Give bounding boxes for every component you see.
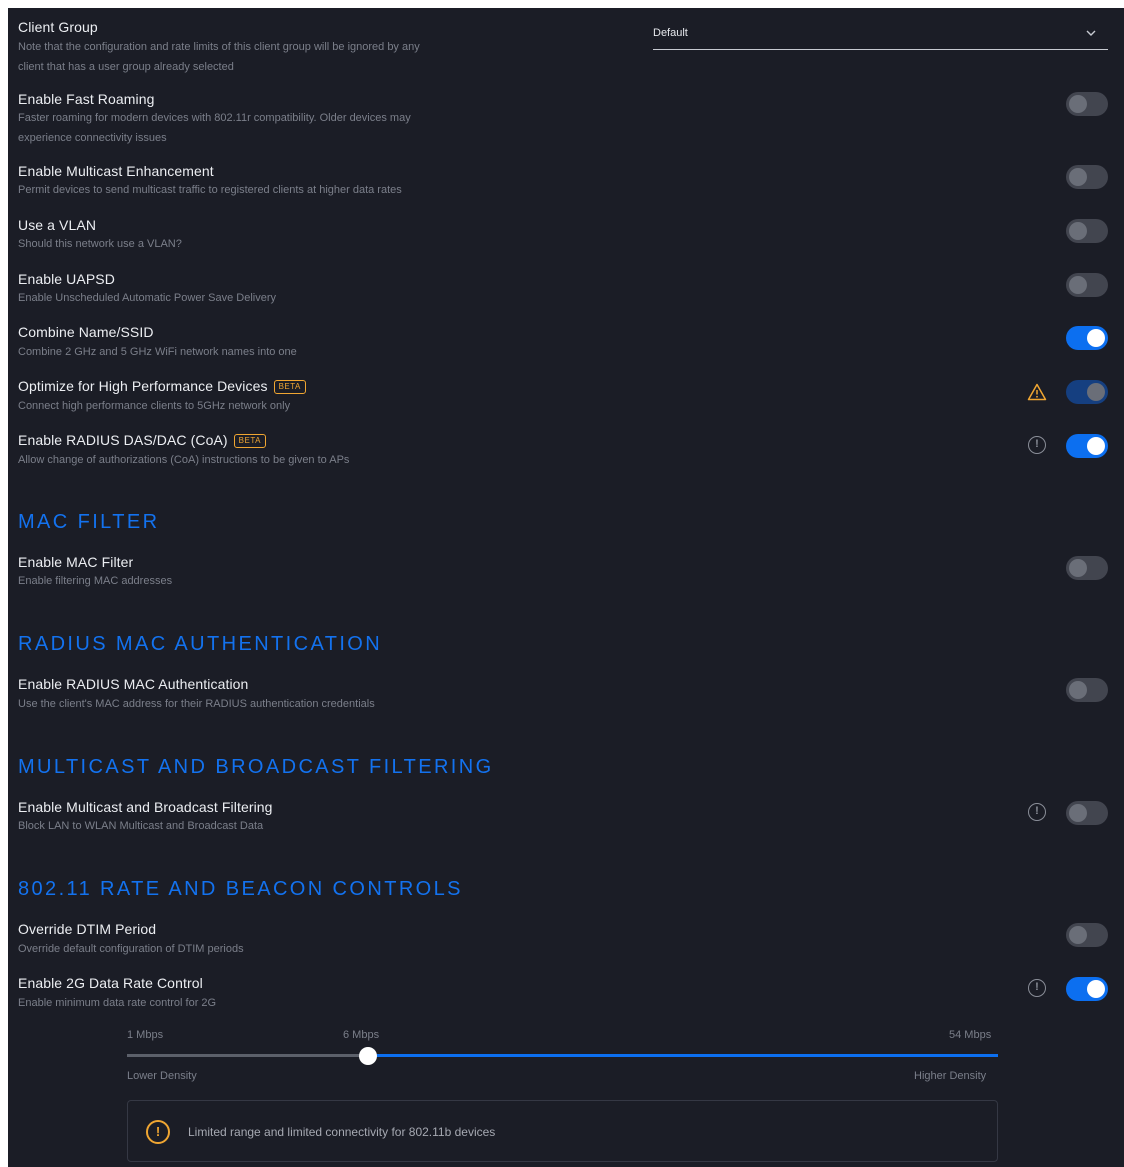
fast-roaming-desc-line-1: Faster roaming for modern devices with 8… [18,112,411,124]
rate-control-description: Enable minimum data rate control for 2G [18,997,217,1009]
chevron-down-icon [1086,30,1096,36]
toggle-knob [1087,980,1105,998]
fast-roaming-title: Enable Fast Roaming [18,91,155,107]
multicast-enhancement-title: Enable Multicast Enhancement [18,163,214,179]
warning-icon: ! [146,1120,170,1144]
toggle-knob [1069,95,1087,113]
info-icon[interactable]: ! [1028,803,1046,821]
rate-control-toggle[interactable] [1066,977,1108,1001]
high-performance-description: Connect high performance clients to 5GHz… [18,400,291,412]
toggle-knob [1069,222,1087,240]
vlan-title: Use a VLAN [18,217,97,233]
toggle-knob [1069,681,1087,699]
toggle-knob [1087,329,1105,347]
client-group-title: Client Group [18,19,98,35]
toggle-knob [1087,383,1105,401]
combine-ssid-toggle[interactable] [1066,326,1108,350]
client-group-selected-value: Default [653,27,688,39]
uapsd-title: Enable UAPSD [18,271,115,287]
slider-right-caption: Higher Density [914,1070,987,1082]
multicast-enhancement-toggle[interactable] [1066,165,1108,189]
mac-filter-description: Enable filtering MAC addresses [18,575,173,587]
multicast-enhancement-description: Permit devices to send multicast traffic… [18,184,402,196]
warning-icon[interactable] [1027,383,1047,401]
high-performance-title-text: Optimize for High Performance Devices [18,378,268,394]
multicast-filtering-heading: MULTICAST AND BROADCAST FILTERING [18,756,494,778]
mac-filter-toggle[interactable] [1066,556,1108,580]
slider-thumb[interactable] [359,1047,377,1065]
mac-filter-title: Enable MAC Filter [18,554,134,570]
beta-badge: BETA [273,380,306,394]
client-group-description: Note that the configuration and rate lim… [18,37,420,77]
dtim-toggle[interactable] [1066,923,1108,947]
radius-das-title-text: Enable RADIUS DAS/DAC (CoA) [18,432,228,448]
toggle-knob [1069,804,1087,822]
info-icon[interactable]: ! [1028,979,1046,997]
slider-max-label: 54 Mbps [949,1029,992,1041]
toggle-knob [1087,437,1105,455]
multicast-filtering-description: Block LAN to WLAN Multicast and Broadcas… [18,820,264,832]
high-performance-toggle[interactable] [1066,380,1108,404]
combine-ssid-title: Combine Name/SSID [18,324,154,340]
radius-mac-description: Use the client's MAC address for their R… [18,698,375,710]
radius-mac-toggle[interactable] [1066,678,1108,702]
toggle-knob [1069,926,1087,944]
dtim-description: Override default configuration of DTIM p… [18,943,244,955]
radius-das-toggle[interactable] [1066,434,1108,458]
slider-track-active[interactable] [368,1054,998,1057]
wifi-advanced-settings-panel: Client Group Note that the configuration… [8,8,1124,1167]
radius-mac-title: Enable RADIUS MAC Authentication [18,676,249,692]
multicast-filtering-toggle[interactable] [1066,801,1108,825]
rate-control-title: Enable 2G Data Rate Control [18,975,203,991]
rate-beacon-heading: 802.11 RATE AND BEACON CONTROLS [18,878,463,900]
rate-warning-notice: ! Limited range and limited connectivity… [127,1100,998,1162]
client-group-desc-line-1: Note that the configuration and rate lim… [18,41,420,53]
client-group-select[interactable]: Default [653,22,1108,50]
fast-roaming-description: Faster roaming for modern devices with 8… [18,108,411,148]
radius-das-title: Enable RADIUS DAS/DAC (CoA) BETA [18,431,266,449]
combine-ssid-description: Combine 2 GHz and 5 GHz WiFi network nam… [18,346,297,358]
beta-badge: BETA [233,434,266,448]
high-performance-title: Optimize for High Performance Devices BET… [18,377,306,395]
uapsd-description: Enable Unscheduled Automatic Power Save … [18,292,277,304]
dtim-title: Override DTIM Period [18,921,157,937]
multicast-filtering-title: Enable Multicast and Broadcast Filtering [18,799,273,815]
slider-min-label: 1 Mbps [127,1029,164,1041]
vlan-description: Should this network use a VLAN? [18,238,182,250]
fast-roaming-desc-line-2: experience connectivity issues [18,132,167,144]
slider-left-caption: Lower Density [127,1070,197,1082]
radius-das-description: Allow change of authorizations (CoA) ins… [18,454,350,466]
client-group-desc-line-2: client that has a user group already sel… [18,61,234,73]
slider-track-inactive[interactable] [127,1054,368,1057]
info-icon[interactable]: ! [1028,436,1046,454]
uapsd-toggle[interactable] [1066,273,1108,297]
fast-roaming-toggle[interactable] [1066,92,1108,116]
rate-warning-message: Limited range and limited connectivity f… [188,1125,496,1139]
mac-filter-heading: MAC FILTER [18,511,160,533]
toggle-knob [1069,168,1087,186]
radius-mac-heading: RADIUS MAC AUTHENTICATION [18,633,383,655]
vlan-toggle[interactable] [1066,219,1108,243]
toggle-knob [1069,276,1087,294]
slider-current-label: 6 Mbps [343,1029,380,1041]
toggle-knob [1069,559,1087,577]
